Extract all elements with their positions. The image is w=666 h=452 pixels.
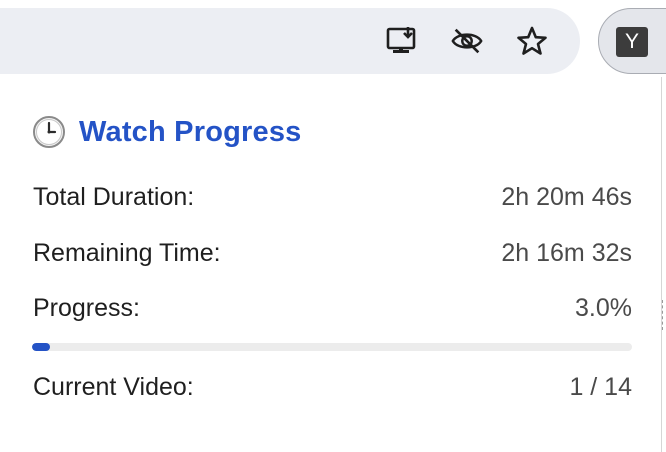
watch-progress-popup: Watch Progress Total Duration: 2h 20m 46… — [0, 77, 662, 452]
install-app-icon[interactable] — [385, 24, 419, 58]
popup-header: Watch Progress — [32, 112, 302, 152]
extension-logo-icon: Y — [616, 27, 648, 57]
progress-value: 3.0% — [575, 293, 632, 322]
popup-title: Watch Progress — [79, 115, 302, 148]
extension-button[interactable]: Y — [598, 8, 666, 74]
progress-label: Progress: — [33, 293, 140, 322]
address-bar[interactable] — [0, 8, 580, 74]
total-duration-value: 2h 20m 46s — [501, 182, 632, 211]
current-video-value: 1 / 14 — [569, 372, 632, 401]
browser-window: Y Watch Progress Total Duration: 2h 20m … — [0, 0, 666, 452]
progress-bar — [32, 343, 632, 351]
remaining-time-row: Remaining Time: 2h 16m 32s — [33, 237, 632, 269]
bookmark-star-icon[interactable] — [515, 24, 549, 58]
current-video-label: Current Video: — [33, 372, 194, 401]
browser-toolbar: Y — [0, 0, 666, 77]
eye-off-icon[interactable] — [450, 24, 484, 58]
total-duration-label: Total Duration: — [33, 182, 195, 211]
total-duration-row: Total Duration: 2h 20m 46s — [33, 181, 632, 213]
progress-row: Progress: 3.0% — [33, 292, 632, 324]
remaining-time-value: 2h 16m 32s — [501, 238, 632, 267]
popup-resize-edge — [662, 300, 666, 330]
remaining-time-label: Remaining Time: — [33, 238, 221, 267]
progress-bar-fill — [32, 343, 50, 351]
current-video-row: Current Video: 1 / 14 — [33, 371, 632, 403]
clock-icon — [33, 116, 65, 148]
